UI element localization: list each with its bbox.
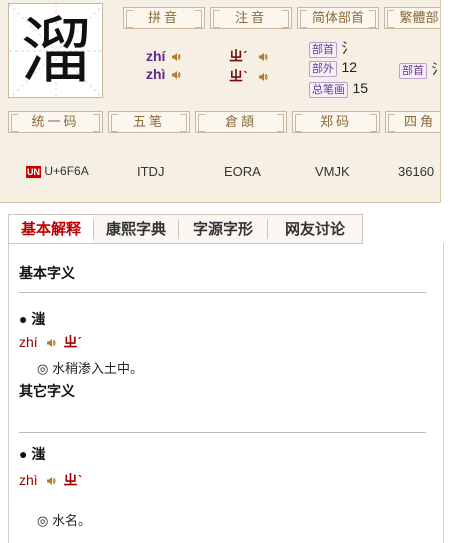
entry-pronunciation: zhì ㄓˋ bbox=[19, 472, 83, 488]
cangjie-value: EORA bbox=[224, 164, 261, 179]
tab-discussion[interactable]: 网友讨论 bbox=[268, 215, 362, 243]
total-strokes-value: 15 bbox=[352, 80, 369, 96]
unicode-value: UN U+6F6A bbox=[26, 164, 89, 178]
tab-etymology[interactable]: 字源字形 bbox=[179, 215, 267, 243]
entry-character: ● 滍 bbox=[19, 446, 46, 462]
speaker-icon[interactable] bbox=[46, 476, 56, 486]
radical-tag: 部首 bbox=[309, 42, 337, 58]
tab-kangxi[interactable]: 康熙字典 bbox=[94, 215, 178, 243]
speaker-icon[interactable] bbox=[171, 70, 181, 80]
pinyin-reading-2: zhì bbox=[146, 66, 181, 82]
total-strokes-tag: 总笔画 bbox=[309, 82, 348, 98]
character-glyph-box: 溜 bbox=[8, 3, 104, 99]
pinyin-reading-1: zhí bbox=[146, 48, 181, 64]
pinyin-header: 拼音 bbox=[123, 7, 205, 29]
speaker-icon[interactable] bbox=[171, 52, 181, 62]
cangjie-header: 倉頡 bbox=[195, 111, 287, 133]
entry-definition: ◎ 水名。 bbox=[37, 513, 91, 528]
traditional-radical-tag: 部首 bbox=[399, 63, 427, 79]
unicode-logo-icon: UN bbox=[26, 165, 41, 178]
tab-basic[interactable]: 基本解释 bbox=[9, 215, 93, 243]
zhuyin-header: 注音 bbox=[210, 7, 292, 29]
wubi-header: 五笔 bbox=[108, 111, 190, 133]
divider bbox=[19, 292, 426, 293]
zhuyin-reading-1: ㄓˊ bbox=[229, 46, 268, 66]
character-info-card: 溜 拼音 注音 简体部首 繁體部 zhí zhì ㄓˊ ㄓˋ 部首 氵 部外 1… bbox=[0, 0, 441, 203]
unicode-header: 统一码 bbox=[8, 111, 103, 133]
other-meaning-heading: 其它字义 bbox=[19, 384, 75, 400]
radical-value: 氵 bbox=[341, 40, 356, 56]
character-glyph: 溜 bbox=[20, 9, 93, 93]
simplified-radical-header: 简体部首 bbox=[297, 7, 379, 29]
entry-pronunciation: zhí ㄓˊ bbox=[19, 334, 83, 350]
zhuyin-reading-2: ㄓˋ bbox=[229, 66, 268, 86]
divider bbox=[19, 432, 426, 433]
traditional-radical-value: 氵 bbox=[431, 61, 440, 77]
strokes-outside-tag: 部外 bbox=[309, 61, 337, 77]
speaker-icon[interactable] bbox=[46, 338, 56, 348]
zhengma-header: 郑码 bbox=[292, 111, 380, 133]
sijiao-header: 四角 bbox=[385, 111, 440, 133]
tab-bar: 基本解释 康熙字典 字源字形 网友讨论 bbox=[8, 214, 363, 244]
entry-character: ● 滍 bbox=[19, 311, 46, 327]
basic-meaning-heading: 基本字义 bbox=[19, 266, 75, 282]
strokes-outside-value: 12 bbox=[341, 59, 358, 75]
wubi-value: ITDJ bbox=[137, 164, 165, 179]
strokes-outside-row: 部外 12 bbox=[309, 59, 357, 77]
entry-definition: ◎ 水稍渗入土中。 bbox=[37, 361, 143, 376]
zhengma-value: VMJK bbox=[315, 164, 350, 179]
speaker-icon[interactable] bbox=[258, 72, 268, 82]
sijiao-value: 36160 bbox=[398, 164, 435, 179]
total-strokes-row: 总笔画 15 bbox=[309, 80, 368, 98]
traditional-radical-header: 繁體部 bbox=[384, 7, 440, 29]
radical-row: 部首 氵 bbox=[309, 38, 355, 58]
speaker-icon[interactable] bbox=[258, 52, 268, 62]
traditional-radical-row: 部首 氵 bbox=[399, 59, 440, 79]
